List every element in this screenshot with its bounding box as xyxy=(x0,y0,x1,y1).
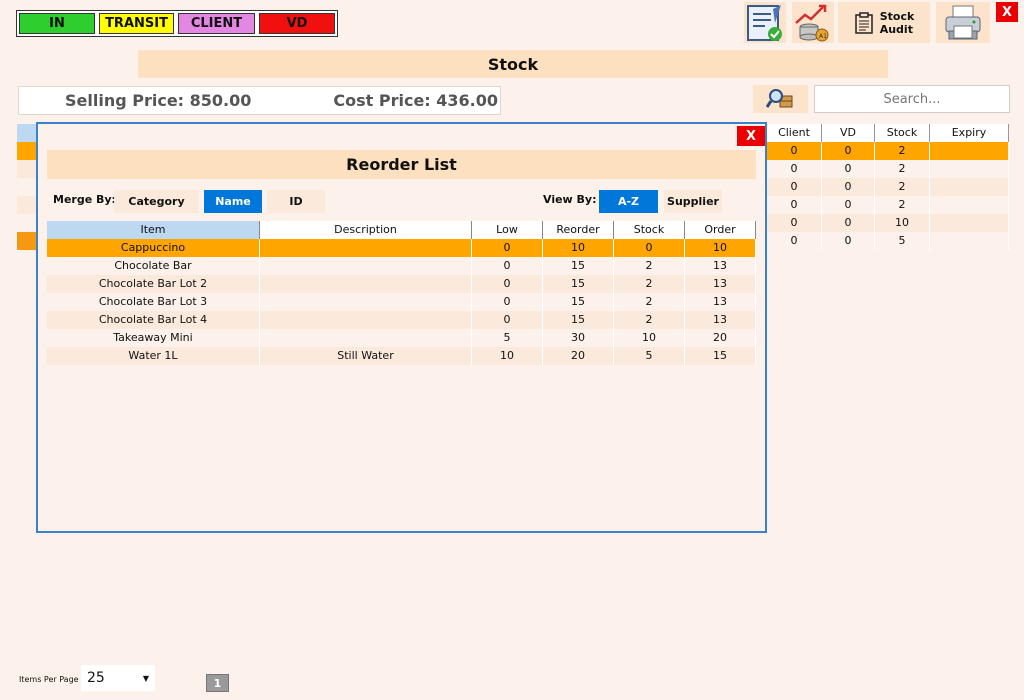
search-input[interactable] xyxy=(814,85,1010,113)
col-description[interactable]: Description xyxy=(260,221,472,239)
print-button[interactable] xyxy=(936,2,990,43)
stock-audit-label-1: Stock xyxy=(879,9,915,23)
col-reorder[interactable]: Reorder xyxy=(543,221,614,239)
table-row[interactable]: Chocolate Bar Lot 4 0 15 2 13 xyxy=(47,311,756,329)
selling-price: Selling Price: 850.00 xyxy=(65,91,252,110)
table-row[interactable]: Chocolate Bar 0 15 2 13 xyxy=(47,257,756,275)
legend-in: IN xyxy=(19,13,95,34)
table-row-edge xyxy=(17,196,37,214)
table-row[interactable]: 002 xyxy=(767,160,1009,178)
printer-icon xyxy=(945,5,981,39)
page-title: Stock xyxy=(138,50,888,78)
checklist-button[interactable] xyxy=(744,2,786,43)
col-stock[interactable]: Stock xyxy=(875,124,930,142)
search-box-icon xyxy=(765,89,792,108)
items-per-page-select[interactable]: 25 ▼ xyxy=(81,665,155,691)
close-dialog-button[interactable]: X xyxy=(737,126,765,146)
col-expiry[interactable]: Expiry xyxy=(930,124,1009,142)
table-row[interactable]: 002 xyxy=(767,178,1009,196)
price-summary: Selling Price: 850.00 Cost Price: 436.00 xyxy=(18,86,501,115)
col-vd[interactable]: VD xyxy=(822,124,875,142)
status-legend: IN TRANSIT CLIENT VD xyxy=(16,10,338,37)
svg-text:A1: A1 xyxy=(819,33,827,40)
table-row[interactable]: 0 0 10 xyxy=(767,214,1009,232)
col-order[interactable]: Order xyxy=(685,221,756,239)
cost-price: Cost Price: 436.00 xyxy=(333,91,499,110)
chart-database-icon: A1 xyxy=(795,4,829,41)
reorder-table: Item Description Low Reorder Stock Order… xyxy=(47,221,756,365)
close-window-button[interactable]: X xyxy=(996,2,1018,22)
page-button[interactable]: 1 xyxy=(206,674,229,692)
checklist-icon xyxy=(747,4,782,41)
table-row[interactable]: Takeaway Mini 5 30 10 20 xyxy=(47,329,756,347)
col-stock[interactable]: Stock xyxy=(614,221,685,239)
table-row[interactable]: 002 xyxy=(767,142,1009,160)
merge-by-label: Merge By: xyxy=(53,193,116,206)
table-row[interactable]: 005 xyxy=(767,232,1009,250)
locate-item-button[interactable] xyxy=(753,85,808,113)
stock-audit-button[interactable]: Stock Audit xyxy=(838,2,930,43)
legend-client: CLIENT xyxy=(178,13,255,34)
table-row-edge xyxy=(17,160,37,178)
legend-vd: VD xyxy=(259,13,335,34)
table-header: Item Description Low Reorder Stock Order xyxy=(47,221,756,239)
view-supplier-button[interactable]: Supplier xyxy=(664,190,722,213)
view-by-label: View By: xyxy=(543,193,597,206)
table-row-edge xyxy=(17,214,37,232)
chevron-down-icon: ▼ xyxy=(142,673,149,683)
table-header: Client VD Stock Expiry xyxy=(767,124,1009,142)
table-header-edge xyxy=(17,124,37,142)
col-low[interactable]: Low xyxy=(472,221,543,239)
stock-table: Client VD Stock Expiry 002 002 002 002 0… xyxy=(767,124,1009,250)
analytics-button[interactable]: A1 xyxy=(792,2,834,43)
items-per-page-label: Items Per Page xyxy=(19,675,79,684)
table-row-edge xyxy=(17,178,37,196)
table-row[interactable]: 002 xyxy=(767,196,1009,214)
table-row[interactable]: Chocolate Bar Lot 2 0 15 2 13 xyxy=(47,275,756,293)
clipboard-icon xyxy=(854,11,873,34)
col-client[interactable]: Client xyxy=(767,124,822,142)
table-row[interactable]: Cappuccino 0 10 0 10 xyxy=(47,239,756,257)
merge-name-button[interactable]: Name xyxy=(204,190,262,213)
reorder-list-dialog: X Reorder List Merge By: Category Name I… xyxy=(36,122,767,533)
table-row-edge xyxy=(17,142,37,160)
legend-transit: TRANSIT xyxy=(99,13,175,34)
stock-audit-label-2: Audit xyxy=(879,22,913,36)
merge-category-button[interactable]: Category xyxy=(114,190,199,213)
view-az-button[interactable]: A-Z xyxy=(599,190,658,213)
dialog-title: Reorder List xyxy=(47,150,756,179)
table-row[interactable]: Chocolate Bar Lot 3 0 15 2 13 xyxy=(47,293,756,311)
merge-id-button[interactable]: ID xyxy=(267,190,325,213)
col-item[interactable]: Item xyxy=(47,221,260,239)
items-per-page-value: 25 xyxy=(87,670,105,686)
table-row-edge xyxy=(17,232,37,250)
table-row[interactable]: Water 1L Still Water 10 20 5 15 xyxy=(47,347,756,365)
